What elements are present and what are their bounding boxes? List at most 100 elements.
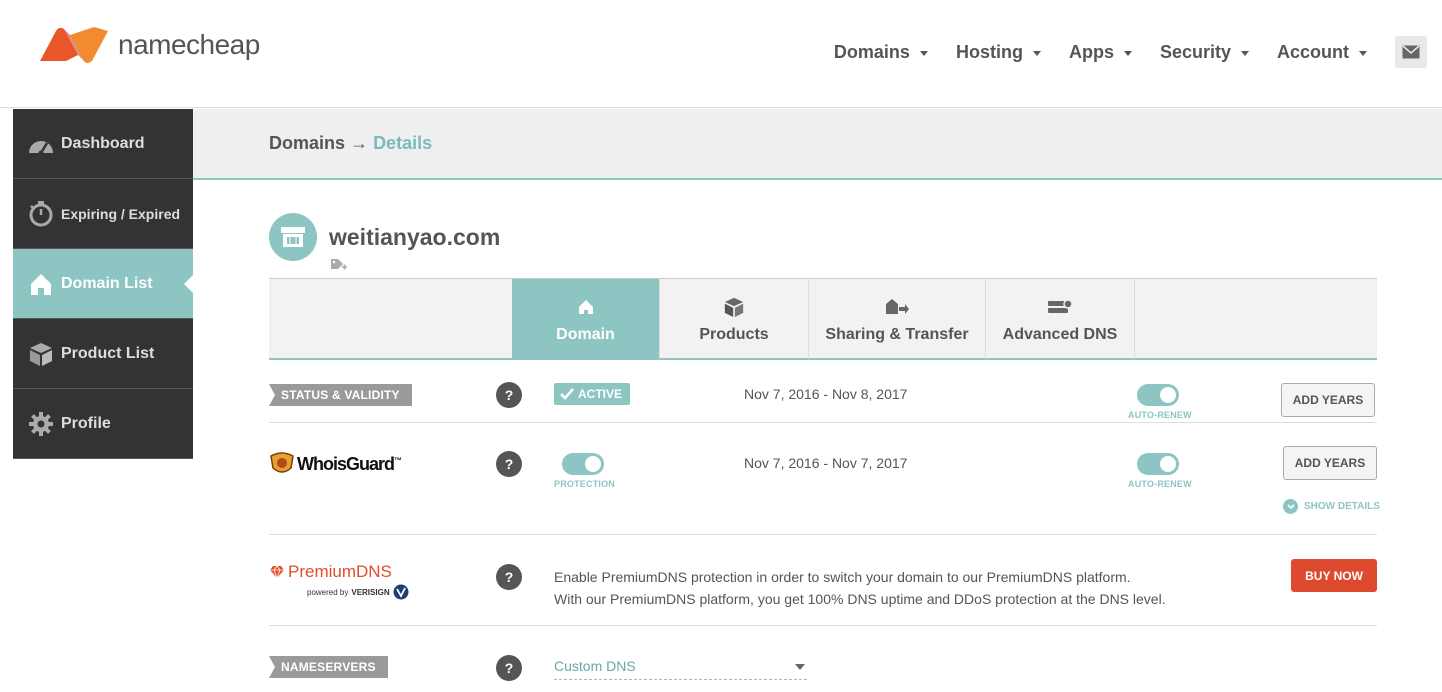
- nav-security-label: Security: [1159, 41, 1231, 62]
- sidebar: Dashboard Expiring / Expired Domain List…: [13, 109, 193, 459]
- tag-plus-icon[interactable]: [330, 258, 348, 277]
- sidebar-item-domain-list[interactable]: Domain List: [13, 249, 193, 319]
- sidebar-item-label: Profile: [61, 414, 111, 432]
- chevron-down-icon: [919, 50, 928, 56]
- row-divider: [269, 625, 1377, 626]
- namecheap-logo[interactable]: namecheap: [38, 25, 260, 65]
- box-icon: [27, 340, 55, 368]
- gauge-icon: [27, 130, 55, 158]
- tab-advanced-dns[interactable]: Advanced DNS: [986, 279, 1135, 359]
- tab-products[interactable]: Products: [660, 279, 809, 359]
- sidebar-item-label: Domain List: [61, 274, 153, 292]
- nav-account-label: Account: [1277, 41, 1349, 62]
- chevron-down-icon: [1032, 50, 1041, 56]
- breadcrumb-bar: Domains → Details: [193, 109, 1442, 180]
- tab-label: Domain: [556, 326, 615, 343]
- diamond-icon: [270, 565, 284, 579]
- chevron-down-icon: [1241, 50, 1249, 56]
- add-years-button[interactable]: ADD YEARS: [1281, 383, 1375, 417]
- whoisguard-shield-icon: [270, 452, 294, 473]
- nav-apps[interactable]: Apps: [1069, 42, 1132, 63]
- nameserver-type-value: Custom DNS: [554, 658, 636, 674]
- help-button[interactable]: ?: [496, 382, 522, 408]
- box-icon: [724, 294, 744, 320]
- stopwatch-icon: [27, 200, 55, 228]
- verisign-check-icon: [393, 584, 409, 600]
- domain-name: weitianyao.com: [329, 223, 501, 250]
- breadcrumb: Domains → Details: [269, 133, 432, 154]
- tab-label: Sharing & Transfer: [825, 326, 969, 343]
- premiumdns-powered-by: powered by VERISIGN: [307, 584, 409, 600]
- domain-header: weitianyao.com: [269, 213, 500, 261]
- show-details-label: SHOW DETAILS: [1304, 501, 1380, 512]
- help-button[interactable]: ?: [496, 564, 522, 590]
- whoisguard-logo-text: WhoisGuard™: [297, 453, 402, 475]
- status-badge: ACTIVE: [554, 383, 631, 405]
- tab-label: Advanced DNS: [1002, 326, 1118, 343]
- sidebar-item-label: Product List: [61, 344, 155, 362]
- premiumdns-name: PremiumDNS: [288, 562, 392, 581]
- tab-sharing-transfer[interactable]: Sharing & Transfer: [809, 279, 986, 359]
- row-divider: [269, 534, 1377, 535]
- checkmark-icon: [560, 388, 574, 400]
- domain-tabs: Domain Products Sharing & Transfer Advan…: [269, 278, 1377, 360]
- whoisguard-tm: ™: [394, 455, 402, 465]
- chevron-down-icon: [795, 664, 805, 670]
- storefront-icon: [269, 213, 317, 261]
- auto-renew-caption: AUTO-RENEW: [1128, 479, 1192, 489]
- server-icon: [1047, 294, 1073, 320]
- premiumdns-title: PremiumDNS: [269, 562, 409, 582]
- nameserver-type-select[interactable]: Custom DNS: [554, 658, 807, 680]
- sidebar-item-profile[interactable]: Profile: [13, 389, 193, 459]
- nav-account[interactable]: Account: [1277, 42, 1367, 63]
- premiumdns-logo: PremiumDNS powered by VERISIGN: [269, 562, 409, 600]
- messages-button[interactable]: [1395, 36, 1427, 68]
- powered-by-text: powered by: [307, 587, 349, 597]
- whoisguard-add-years-button[interactable]: ADD YEARS: [1283, 446, 1377, 480]
- whoisguard-dates: Nov 7, 2016 - Nov 7, 2017: [744, 455, 908, 471]
- top-header: namecheap Domains Hosting Apps Security …: [0, 0, 1442, 108]
- nav-security[interactable]: Security: [1160, 42, 1249, 63]
- buy-now-button[interactable]: BUY NOW: [1291, 559, 1377, 592]
- auto-renew-toggle[interactable]: [1137, 384, 1179, 406]
- chevron-down-icon: [1123, 50, 1132, 56]
- sidebar-item-product-list[interactable]: Product List: [13, 319, 193, 389]
- help-button[interactable]: ?: [496, 451, 522, 477]
- auto-renew-caption: AUTO-RENEW: [1128, 410, 1192, 420]
- tab-label: Products: [699, 326, 769, 343]
- help-button[interactable]: ?: [496, 655, 522, 681]
- nav-domains-label: Domains: [833, 41, 910, 62]
- verisign-text: VERISIGN: [351, 587, 390, 597]
- truck-icon: [885, 294, 909, 320]
- sidebar-item-label: Dashboard: [61, 134, 145, 152]
- envelope-icon: [1402, 45, 1420, 59]
- tab-domain[interactable]: Domain: [512, 279, 660, 359]
- chevron-down-icon: [1359, 50, 1367, 56]
- nav-hosting[interactable]: Hosting: [956, 42, 1041, 63]
- sidebar-item-dashboard[interactable]: Dashboard: [13, 109, 193, 179]
- whoisguard-auto-renew-toggle[interactable]: [1137, 453, 1179, 475]
- top-navigation: Domains Hosting Apps Security Account: [834, 36, 1442, 68]
- breadcrumb-separator: →: [350, 133, 369, 153]
- sidebar-item-expiring[interactable]: Expiring / Expired: [13, 179, 193, 249]
- protection-caption: PROTECTION: [554, 479, 616, 489]
- whoisguard-name: WhoisGuard: [297, 453, 395, 474]
- premiumdns-desc-line1: Enable PremiumDNS protection in order to…: [554, 569, 1131, 585]
- nav-domains[interactable]: Domains: [834, 42, 928, 63]
- registration-dates: Nov 7, 2016 - Nov 8, 2017: [744, 386, 908, 402]
- nav-hosting-label: Hosting: [955, 41, 1023, 62]
- namecheap-logo-icon: [40, 27, 108, 63]
- sidebar-item-label: Expiring / Expired: [61, 205, 181, 222]
- premiumdns-description: Enable PremiumDNS protection in order to…: [554, 566, 1166, 610]
- whoisguard-logo: WhoisGuard™: [269, 452, 402, 476]
- home-icon: [27, 270, 55, 298]
- chevron-down-icon: [1283, 499, 1298, 514]
- status-validity-label: STATUS & VALIDITY: [269, 384, 412, 406]
- gear-icon: [27, 410, 55, 438]
- show-details-link[interactable]: SHOW DETAILS: [1283, 499, 1380, 514]
- status-text: ACTIVE: [578, 387, 623, 401]
- row-divider: [269, 422, 1377, 423]
- protection-toggle[interactable]: [562, 453, 604, 475]
- breadcrumb-parent[interactable]: Domains: [269, 133, 345, 153]
- home-icon: [578, 294, 594, 320]
